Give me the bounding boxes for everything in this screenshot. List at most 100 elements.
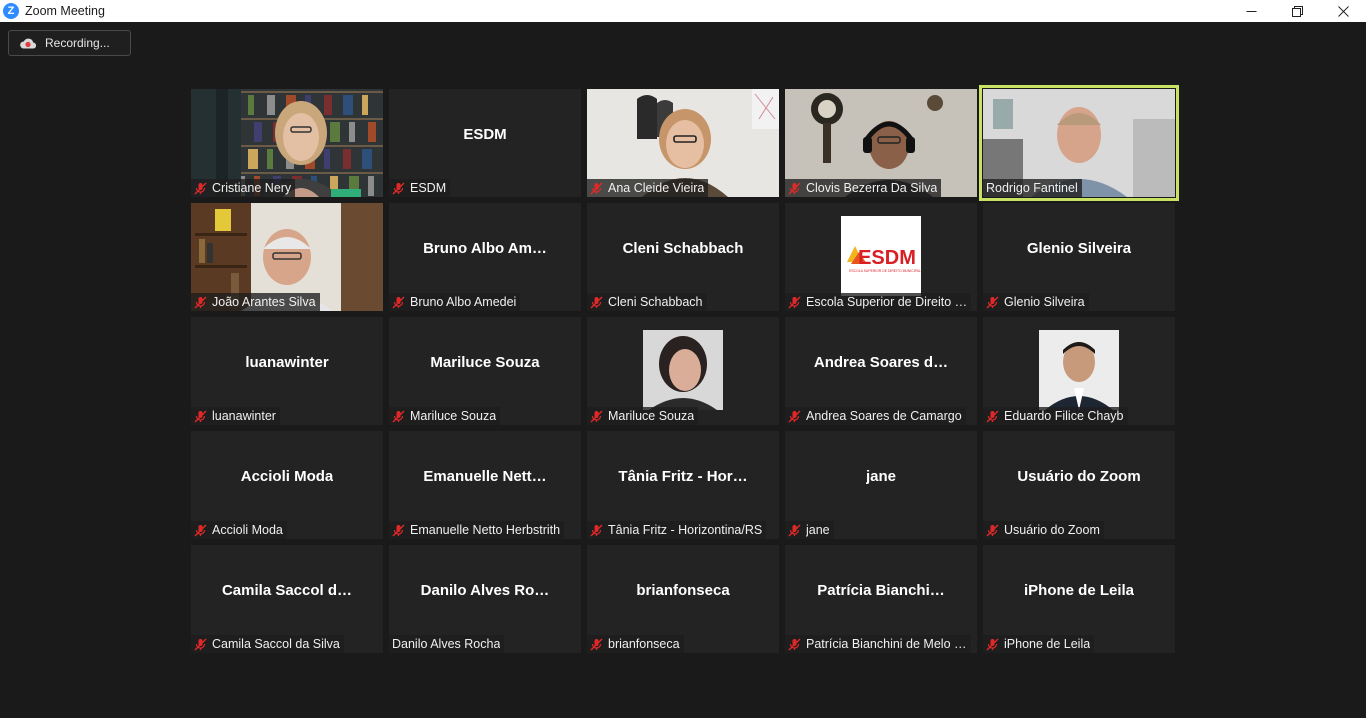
participant-tile[interactable]: Usuário do Zoom Usuário do Zoom bbox=[983, 431, 1175, 539]
participant-tile[interactable]: Camila Saccol d… Camila Saccol da Silva bbox=[191, 545, 383, 653]
mic-muted-icon bbox=[194, 182, 207, 194]
esdm-logo-image: ESDM ESCOLA SUPERIOR DE DIREITO MUNICIPA… bbox=[841, 216, 921, 296]
participant-nameplate: Rodrigo Fantinel bbox=[983, 179, 1082, 197]
participant-tile[interactable]: Clovis Bezerra Da Silva bbox=[785, 89, 977, 197]
participant-nameplate: Escola Superior de Direito … bbox=[785, 293, 972, 311]
participant-display-text: Accioli Moda bbox=[240, 467, 334, 485]
participant-tile[interactable]: luanawinter luanawinter bbox=[191, 317, 383, 425]
participant-tile[interactable]: Emanuelle Nett… Emanuelle Netto Herbstri… bbox=[389, 431, 581, 539]
recording-label: Recording... bbox=[45, 36, 110, 50]
participant-display-name: Andrea Soares d… bbox=[785, 317, 977, 407]
participant-tile[interactable]: Mariluce Souza bbox=[587, 317, 779, 425]
participant-display-text: Bruno Albo Am… bbox=[423, 239, 547, 257]
mic-muted-icon bbox=[788, 182, 801, 194]
participant-name: Usuário do Zoom bbox=[1004, 523, 1100, 537]
participant-name: Emanuelle Netto Herbstrith bbox=[410, 523, 561, 537]
participant-tile[interactable]: Danilo Alves Ro… Danilo Alves Rocha bbox=[389, 545, 581, 653]
close-button[interactable] bbox=[1320, 0, 1366, 22]
participant-tile[interactable]: Tânia Fritz - Hor… Tânia Fritz - Horizon… bbox=[587, 431, 779, 539]
participant-name: Clovis Bezerra Da Silva bbox=[806, 181, 938, 195]
participant-display-text: Cleni Schabbach bbox=[622, 239, 744, 257]
participant-nameplate: Cleni Schabbach bbox=[587, 293, 707, 311]
mic-muted-icon bbox=[788, 524, 801, 536]
participant-nameplate: Camila Saccol da Silva bbox=[191, 635, 344, 653]
participant-tile[interactable]: Mariluce Souza Mariluce Souza bbox=[389, 317, 581, 425]
participant-display-name: iPhone de Leila bbox=[983, 545, 1175, 635]
participant-name: Andrea Soares de Camargo bbox=[806, 409, 962, 423]
mic-muted-icon bbox=[590, 638, 603, 650]
participant-name: Accioli Moda bbox=[212, 523, 283, 537]
participant-nameplate: Mariluce Souza bbox=[587, 407, 699, 425]
participant-tile[interactable]: Glenio Silveira Glenio Silveira bbox=[983, 203, 1175, 311]
participant-display-text: Usuário do Zoom bbox=[1017, 467, 1141, 485]
participant-nameplate: Tânia Fritz - Horizontina/RS bbox=[587, 521, 767, 539]
participant-display-name: Glenio Silveira bbox=[983, 203, 1175, 293]
mic-muted-icon bbox=[194, 296, 207, 308]
participant-nameplate: Bruno Albo Amedei bbox=[389, 293, 521, 311]
participant-tile[interactable]: iPhone de Leila iPhone de Leila bbox=[983, 545, 1175, 653]
participant-name: Rodrigo Fantinel bbox=[986, 181, 1078, 195]
participant-tile[interactable]: Accioli Moda Accioli Moda bbox=[191, 431, 383, 539]
mic-muted-icon bbox=[788, 410, 801, 422]
participant-nameplate: Eduardo Filice Chayb bbox=[983, 407, 1128, 425]
mic-muted-icon bbox=[194, 524, 207, 536]
participant-tile[interactable]: Cristiane Nery bbox=[191, 89, 383, 197]
participant-display-name: Emanuelle Nett… bbox=[389, 431, 581, 521]
participant-display-text: Patrícia Bianchi… bbox=[817, 581, 945, 599]
participant-display-name: jane bbox=[785, 431, 977, 521]
participant-tile[interactable]: ESDM ESDM bbox=[389, 89, 581, 197]
esdm-logo: ESDM ESCOLA SUPERIOR DE DIREITO MUNICIPA… bbox=[841, 216, 921, 296]
participant-nameplate: Usuário do Zoom bbox=[983, 521, 1104, 539]
participant-tile[interactable]: Andrea Soares d… Andrea Soares de Camarg… bbox=[785, 317, 977, 425]
participant-display-name: ESDM bbox=[389, 89, 581, 179]
participant-display-name: Mariluce Souza bbox=[389, 317, 581, 407]
mic-muted-icon bbox=[590, 182, 603, 194]
restore-icon bbox=[1291, 5, 1303, 17]
participant-tile[interactable]: brianfonseca brianfonseca bbox=[587, 545, 779, 653]
participant-display-name: brianfonseca bbox=[587, 545, 779, 635]
participant-tile[interactable]: Bruno Albo Am… Bruno Albo Amedei bbox=[389, 203, 581, 311]
participant-display-text: Camila Saccol d… bbox=[221, 581, 353, 599]
participant-display-name: Patrícia Bianchi… bbox=[785, 545, 977, 635]
participant-nameplate: iPhone de Leila bbox=[983, 635, 1095, 653]
participant-name: jane bbox=[806, 523, 830, 537]
participant-nameplate: Clovis Bezerra Da Silva bbox=[785, 179, 942, 197]
participant-name: Mariluce Souza bbox=[608, 409, 695, 423]
participant-tile[interactable]: Ana Cleide Vieira bbox=[587, 89, 779, 197]
participant-nameplate: ESDM bbox=[389, 179, 451, 197]
participant-display-name: Camila Saccol d… bbox=[191, 545, 383, 635]
minimize-button[interactable] bbox=[1228, 0, 1274, 22]
participant-display-name: Tânia Fritz - Hor… bbox=[587, 431, 779, 521]
participant-display-text: Mariluce Souza bbox=[430, 353, 540, 371]
profile-picture bbox=[1039, 330, 1119, 410]
profile-picture bbox=[643, 330, 723, 410]
participant-name: Ana Cleide Vieira bbox=[608, 181, 705, 195]
mic-muted-icon bbox=[392, 410, 405, 422]
participant-tile[interactable]: Rodrigo Fantinel bbox=[979, 85, 1179, 201]
participant-display-name: luanawinter bbox=[191, 317, 383, 407]
participant-tile[interactable]: João Arantes Silva bbox=[191, 203, 383, 311]
participant-tile[interactable]: Patrícia Bianchi… Patrícia Bianchini de … bbox=[785, 545, 977, 653]
participant-name: Tânia Fritz - Horizontina/RS bbox=[608, 523, 763, 537]
participant-display-text: Emanuelle Nett… bbox=[423, 467, 547, 485]
participant-name: iPhone de Leila bbox=[1004, 637, 1091, 651]
esdm-logo-text: ESDM bbox=[858, 247, 916, 269]
mic-muted-icon bbox=[986, 296, 999, 308]
recording-indicator[interactable]: Recording... bbox=[8, 30, 131, 56]
participant-name: brianfonseca bbox=[608, 637, 680, 651]
participant-name: Patrícia Bianchini de Melo … bbox=[806, 637, 967, 651]
participant-name: Cleni Schabbach bbox=[608, 295, 703, 309]
participant-nameplate: Mariluce Souza bbox=[389, 407, 501, 425]
mic-muted-icon bbox=[590, 296, 603, 308]
zoom-app-icon: Z bbox=[3, 3, 19, 19]
mic-muted-icon bbox=[590, 410, 603, 422]
restore-button[interactable] bbox=[1274, 0, 1320, 22]
participant-tile[interactable]: Cleni Schabbach Cleni Schabbach bbox=[587, 203, 779, 311]
participant-tile[interactable]: ESDM ESCOLA SUPERIOR DE DIREITO MUNICIPA… bbox=[785, 203, 977, 311]
title-bar: Z Zoom Meeting bbox=[0, 0, 1366, 22]
mic-muted-icon bbox=[788, 296, 801, 308]
window-title: Zoom Meeting bbox=[25, 4, 105, 18]
participant-nameplate: Cristiane Nery bbox=[191, 179, 296, 197]
participant-tile[interactable]: Eduardo Filice Chayb bbox=[983, 317, 1175, 425]
participant-tile[interactable]: jane jane bbox=[785, 431, 977, 539]
